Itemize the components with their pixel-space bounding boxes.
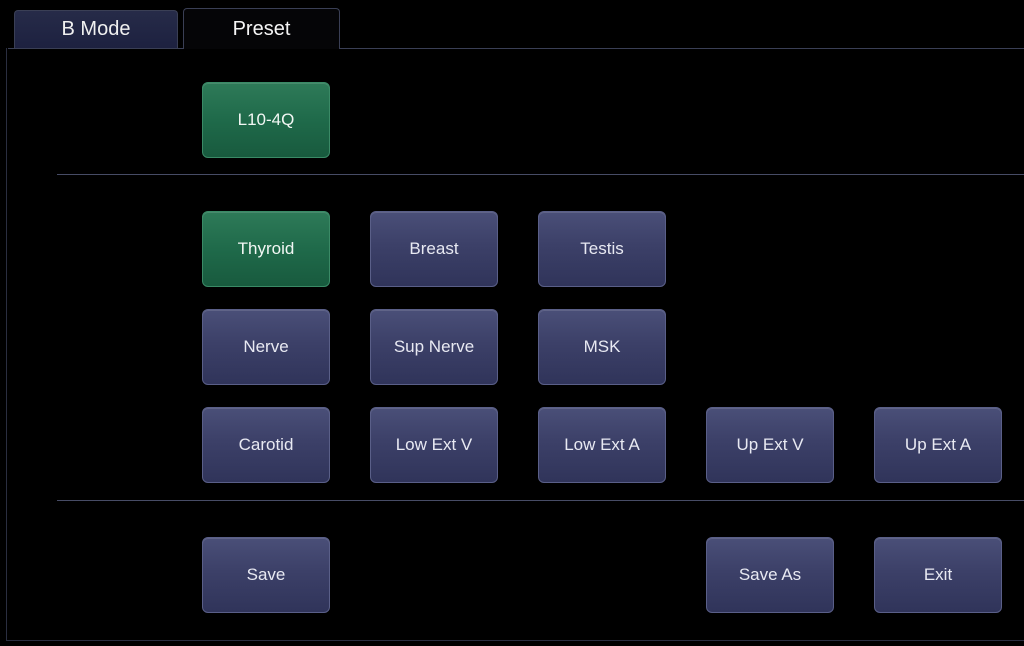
preset-button-low-ext-a[interactable]: Low Ext A xyxy=(538,407,666,483)
preset-button-testis[interactable]: Testis xyxy=(538,211,666,287)
panel-bottom-border xyxy=(6,640,1024,641)
save-button[interactable]: Save xyxy=(202,537,330,613)
tab-underline xyxy=(8,48,1024,49)
preset-button-thyroid[interactable]: Thyroid xyxy=(202,211,330,287)
probe-button-l10-4q[interactable]: L10-4Q xyxy=(202,82,330,158)
preset-button-up-ext-v[interactable]: Up Ext V xyxy=(706,407,834,483)
exit-button[interactable]: Exit xyxy=(874,537,1002,613)
preset-button-up-ext-a[interactable]: Up Ext A xyxy=(874,407,1002,483)
tab-preset[interactable]: Preset xyxy=(183,8,340,49)
divider-bottom xyxy=(57,500,1024,501)
preset-button-sup-nerve[interactable]: Sup Nerve xyxy=(370,309,498,385)
preset-button-breast[interactable]: Breast xyxy=(370,211,498,287)
panel-left-border xyxy=(6,48,7,640)
preset-button-msk[interactable]: MSK xyxy=(538,309,666,385)
tab-b-mode[interactable]: B Mode xyxy=(14,10,178,48)
preset-button-low-ext-v[interactable]: Low Ext V xyxy=(370,407,498,483)
preset-button-carotid[interactable]: Carotid xyxy=(202,407,330,483)
preset-button-nerve[interactable]: Nerve xyxy=(202,309,330,385)
tab-bar: B Mode Preset xyxy=(0,0,1024,49)
save-as-button[interactable]: Save As xyxy=(706,537,834,613)
divider-top xyxy=(57,174,1024,175)
